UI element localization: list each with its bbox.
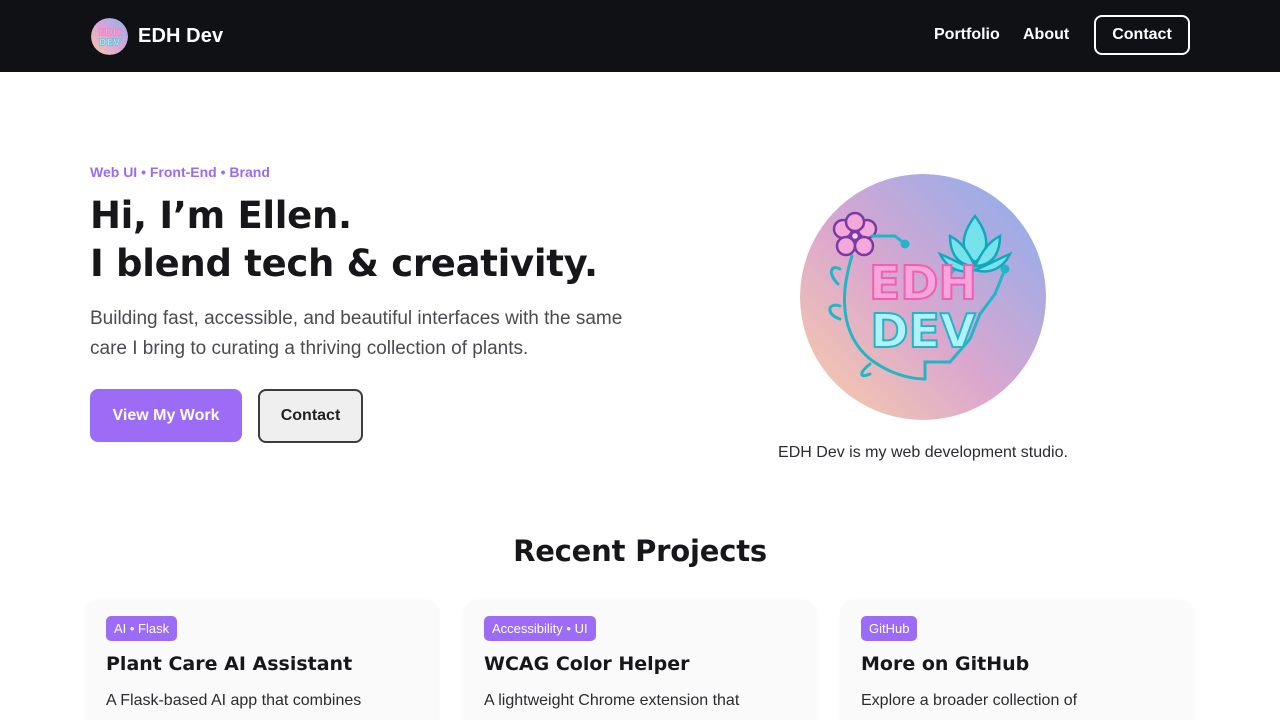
hero-contact-button[interactable]: Contact (258, 389, 363, 443)
logo-text-edh: EDH (869, 256, 977, 310)
project-tag: Accessibility • UI (484, 616, 596, 641)
project-title: More on GitHub (861, 653, 1030, 675)
project-title: Plant Care AI Assistant (106, 653, 353, 675)
brand-home-link[interactable]: EDH DEV EDH Dev (91, 18, 223, 55)
hero-subtitle: Building fast, accessible, and beautiful… (90, 308, 623, 359)
edh-dev-logo-image: EDH DEV (800, 174, 1046, 420)
view-my-work-button[interactable]: View My Work (90, 389, 242, 442)
logo-text-dev: DEV (870, 304, 976, 358)
hero-title-line-1: Hi, I’m Ellen. (90, 194, 352, 237)
project-card[interactable]: AI • Flask Plant Care AI Assistant A Fla… (86, 600, 438, 720)
hero-title: Hi, I’m Ellen. I blend tech & creativity… (90, 192, 598, 288)
project-description: A lightweight Chrome extension that (484, 692, 740, 709)
flower-icon (832, 211, 878, 257)
nav-contact-button[interactable]: Contact (1094, 15, 1190, 55)
projects-title: Recent Projects (513, 534, 767, 568)
logo-caption: EDH Dev is my web development studio. (778, 444, 1068, 461)
svg-text:EDH: EDH (98, 27, 121, 38)
project-card[interactable]: GitHub More on GitHub Explore a broader … (841, 600, 1193, 720)
project-description: A Flask-based AI app that combines (106, 692, 362, 709)
project-tag: GitHub (861, 616, 918, 641)
hero-eyebrow: Web UI • Front-End • Brand (90, 164, 270, 180)
nav-about-link[interactable]: About (1023, 25, 1069, 45)
project-tag: AI • Flask (106, 616, 178, 641)
svg-text:DEV: DEV (99, 37, 122, 48)
nav-portfolio-link[interactable]: Portfolio (934, 25, 1000, 45)
hero-title-line-2: I blend tech & creativity. (90, 242, 598, 285)
brand-logo-icon: EDH DEV (91, 18, 128, 55)
project-title: WCAG Color Helper (484, 653, 690, 675)
brand-name: EDH Dev (138, 25, 224, 47)
site-header: EDH DEV EDH Dev Portfolio About Contact (0, 0, 1280, 72)
project-description: Explore a broader collection of (861, 692, 1078, 709)
project-card[interactable]: Accessibility • UI WCAG Color Helper A l… (464, 600, 816, 720)
